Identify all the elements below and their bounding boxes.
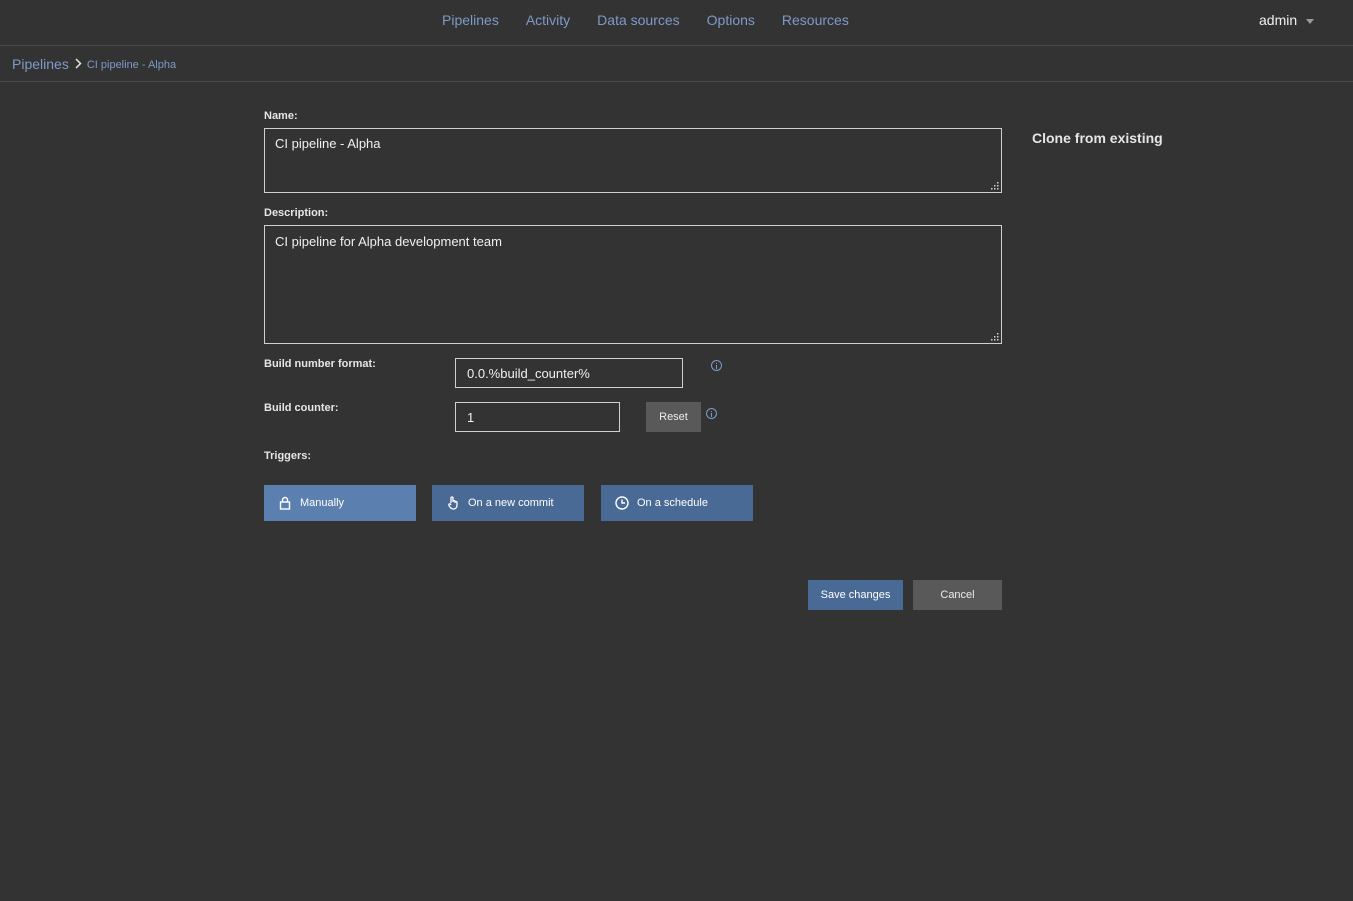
build-counter-label: Build counter: — [264, 402, 339, 414]
trigger-label: On a new commit — [468, 497, 554, 509]
name-value: CI pipeline - Alpha — [275, 136, 381, 151]
build-counter-input[interactable]: 1 — [455, 402, 620, 432]
build-counter-value: 1 — [467, 409, 475, 425]
breadcrumb: Pipelines CI pipeline - Alpha — [0, 46, 1353, 82]
resize-grip-icon[interactable] — [991, 182, 999, 190]
build-format-label: Build number format: — [264, 358, 376, 370]
build-format-value: 0.0.%build_counter% — [467, 365, 590, 381]
build-format-input[interactable]: 0.0.%build_counter% — [455, 358, 683, 388]
info-icon[interactable] — [711, 360, 722, 371]
name-field[interactable]: CI pipeline - Alpha — [264, 128, 1002, 193]
user-name: admin — [1259, 12, 1298, 28]
top-navigation-bar: Pipelines Activity Data sources Options … — [0, 0, 1353, 46]
clone-from-existing-heading[interactable]: Clone from existing — [1032, 130, 1163, 146]
save-changes-button[interactable]: Save changes — [808, 580, 903, 610]
nav-item-resources[interactable]: Resources — [782, 12, 849, 28]
trigger-new-commit-button[interactable]: On a new commit — [432, 485, 584, 521]
name-label: Name: — [264, 110, 298, 122]
trigger-label: On a schedule — [637, 497, 708, 509]
chevron-right-icon — [75, 58, 82, 69]
info-icon[interactable] — [706, 408, 717, 419]
user-menu[interactable]: admin — [1259, 12, 1315, 28]
description-label: Description: — [264, 207, 329, 219]
trigger-manually-button[interactable]: Manually — [264, 485, 416, 521]
description-value: CI pipeline for Alpha development team — [275, 234, 502, 249]
nav-item-options[interactable]: Options — [707, 12, 755, 28]
hand-icon — [446, 496, 460, 510]
trigger-schedule-button[interactable]: On a schedule — [601, 485, 753, 521]
cancel-button[interactable]: Cancel — [913, 580, 1002, 610]
triggers-label: Triggers: — [264, 450, 312, 462]
chevron-down-icon — [1306, 18, 1315, 24]
breadcrumb-pipelines-link[interactable]: Pipelines — [12, 56, 69, 72]
description-field[interactable]: CI pipeline for Alpha development team — [264, 225, 1002, 344]
nav-item-pipelines[interactable]: Pipelines — [442, 12, 499, 28]
breadcrumb-current: CI pipeline - Alpha — [86, 58, 177, 71]
reset-button[interactable]: Reset — [646, 402, 701, 432]
lock-icon — [278, 496, 292, 510]
clock-icon — [615, 496, 629, 510]
main-nav: Pipelines Activity Data sources Options … — [442, 12, 876, 28]
nav-item-activity[interactable]: Activity — [526, 12, 570, 28]
resize-grip-icon[interactable] — [991, 333, 999, 341]
nav-item-data-sources[interactable]: Data sources — [597, 12, 679, 28]
trigger-label: Manually — [300, 497, 345, 509]
